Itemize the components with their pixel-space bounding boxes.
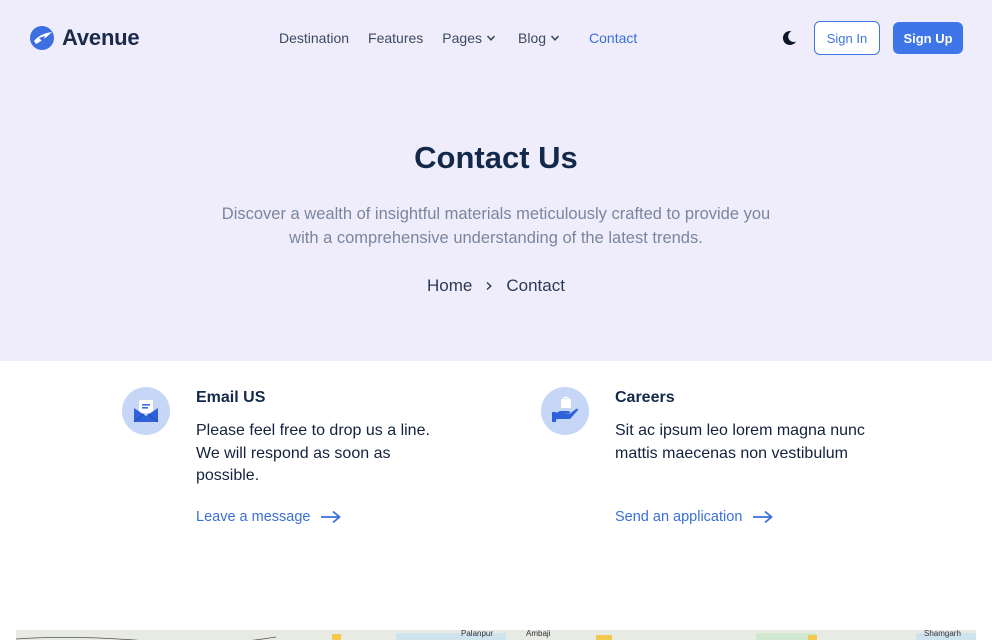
breadcrumb: Home Contact	[0, 276, 992, 296]
email-card-text: Please feel free to drop us a line. We w…	[196, 422, 430, 484]
email-card-icon-wrap	[122, 387, 170, 435]
location-map[interactable]: Palanpur Ambaji Shamgarh	[16, 630, 976, 640]
map-label-palanpur: Palanpur	[461, 630, 494, 638]
leave-message-link[interactable]: Leave a message	[196, 509, 342, 525]
send-application-label: Send an application	[615, 509, 743, 525]
map-label-ambaji: Ambaji	[526, 630, 551, 638]
sign-up-button[interactable]: Sign Up	[893, 22, 963, 54]
nav-item-contact[interactable]: Contact	[589, 30, 637, 46]
nav-item-blog[interactable]: Blog	[518, 30, 560, 46]
breadcrumb-current: Contact	[506, 276, 565, 295]
careers-card-title: Careers	[615, 389, 675, 406]
brand-logo[interactable]: Avenue	[28, 24, 140, 52]
careers-card-icon-wrap	[541, 387, 589, 435]
send-application-link[interactable]: Send an application	[615, 509, 774, 525]
map-roads	[16, 633, 976, 640]
nav-item-pages-label: Pages	[442, 30, 482, 46]
careers-card-text: Sit ac ipsum leo lorem magna nunc mattis…	[615, 422, 865, 462]
breadcrumb-home[interactable]: Home	[427, 276, 472, 296]
nav-item-destination[interactable]: Destination	[279, 30, 349, 46]
main-nav: Destination Features Pages Blog Contact	[279, 29, 637, 47]
leave-message-label: Leave a message	[196, 509, 311, 525]
sign-in-button[interactable]: Sign In	[814, 21, 880, 55]
chevron-down-icon	[550, 35, 560, 41]
envelope-icon	[133, 400, 159, 423]
arrow-right-icon	[321, 510, 342, 524]
nav-item-pages[interactable]: Pages	[442, 30, 496, 46]
map-label-shamgarh: Shamgarh	[924, 630, 961, 638]
chevron-down-icon	[486, 35, 496, 41]
hand-briefcase-icon	[552, 396, 578, 422]
chevron-right-icon	[486, 281, 493, 291]
email-card-title: Email US	[196, 389, 266, 406]
brand-name: Avenue	[62, 25, 140, 50]
logo-icon	[30, 26, 54, 50]
page-title: Contact Us	[414, 140, 578, 175]
moon-icon[interactable]	[779, 28, 799, 48]
arrow-right-icon	[753, 510, 774, 524]
nav-item-features[interactable]: Features	[368, 30, 423, 46]
page-subtitle: Discover a wealth of insightful material…	[221, 205, 771, 247]
nav-item-blog-label: Blog	[518, 30, 547, 46]
